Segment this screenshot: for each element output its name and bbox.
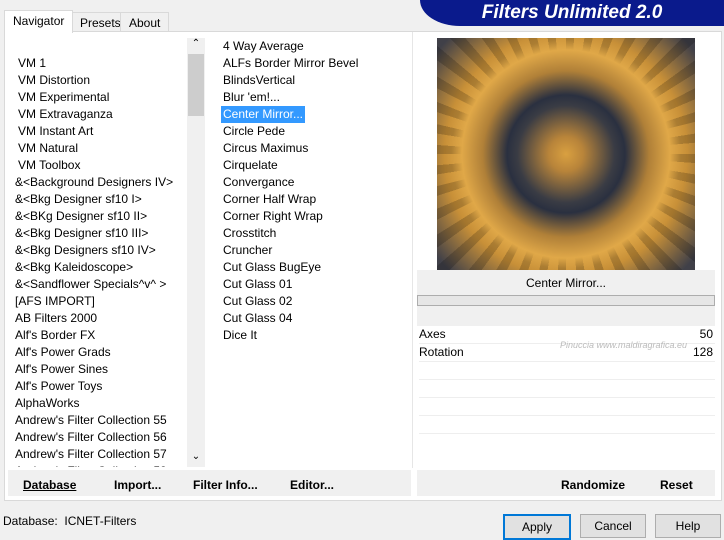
category-item[interactable]: Andrew's Filter Collection 56 (15, 429, 187, 446)
divider (412, 32, 413, 468)
filter-item-label: Cut Glass 02 (223, 294, 293, 308)
filter-item[interactable]: 4 Way Average (223, 38, 411, 55)
scroll-down-icon[interactable]: ⌄ (187, 451, 205, 467)
filter-item-label: Convergance (223, 175, 295, 189)
category-item[interactable]: &<Sandflower Specials^v^ > (15, 276, 187, 293)
category-item[interactable]: Alf's Power Grads (15, 344, 187, 361)
tab-navigator[interactable]: Navigator (4, 10, 74, 33)
filter-item[interactable]: Dice It (223, 327, 411, 344)
help-button[interactable]: Help (655, 514, 721, 538)
filter-item[interactable]: Cut Glass 04 (223, 310, 411, 327)
preview-image (437, 38, 695, 270)
database-button[interactable]: Database (23, 478, 76, 492)
filter-item-label: Crosstitch (223, 226, 277, 240)
parameter-row[interactable] (419, 362, 715, 380)
reset-button[interactable]: Reset (660, 478, 693, 492)
status-label: Database: (3, 514, 58, 528)
filter-item[interactable]: Circus Maximus (223, 140, 411, 157)
filter-item-label: Corner Right Wrap (223, 209, 323, 223)
filter-list[interactable]: 4 Way Average ALFs Border Mirror Bevel Bli… (221, 38, 411, 344)
filter-item-label: Circus Maximus (223, 141, 309, 155)
import-button[interactable]: Import... (114, 478, 161, 492)
category-item[interactable]: VM Toolbox (15, 157, 187, 174)
filter-name-label: Center Mirror... (525, 276, 606, 290)
filter-item[interactable]: Cut Glass 01 (223, 276, 411, 293)
category-scrollbar[interactable]: ⌃ ⌄ (187, 38, 205, 467)
parameter-row[interactable] (419, 380, 715, 398)
app-title-banner: Filters Unlimited 2.0 (420, 0, 724, 26)
category-item[interactable]: Andrew's Filter Collection 58 (15, 463, 187, 467)
filter-item[interactable]: Cut Glass 02 (223, 293, 411, 310)
filter-item-label: Cut Glass 04 (223, 311, 293, 325)
scrollbar-thumb[interactable] (188, 54, 204, 116)
category-item[interactable]: VM Natural (15, 140, 187, 157)
filter-item[interactable]: Crosstitch (223, 225, 411, 242)
category-list[interactable]: VM 1 VM Distortion VM Experimental VM Extra… (15, 55, 187, 467)
filter-item-label: Cut Glass BugEye (223, 260, 322, 274)
filter-item[interactable]: Blur 'em!... (223, 89, 411, 106)
filter-item-label: Circle Pede (223, 124, 286, 138)
category-item[interactable]: VM Distortion (15, 72, 187, 89)
watermark: Pinuccia www.maldiragrafica.eu (560, 340, 688, 350)
category-item[interactable]: VM 1 (15, 55, 187, 72)
parameter-row[interactable] (419, 398, 715, 416)
category-item[interactable]: VM Instant Art (15, 123, 187, 140)
filter-item[interactable]: Circle Pede (223, 123, 411, 140)
filter-item-label: Center Mirror... (221, 106, 306, 123)
category-item[interactable]: VM Experimental (15, 89, 187, 106)
cancel-button[interactable]: Cancel (580, 514, 646, 538)
filter-item-label: 4 Way Average (223, 39, 304, 53)
category-item[interactable]: &<Bkg Kaleidoscope> (15, 259, 187, 276)
category-item[interactable]: Andrew's Filter Collection 57 (15, 446, 187, 463)
randomize-button[interactable]: Randomize (561, 478, 625, 492)
filter-item[interactable]: Cut Glass BugEye (223, 259, 411, 276)
filter-item-label: Cut Glass 01 (223, 277, 293, 291)
filter-item[interactable]: Convergance (223, 174, 411, 191)
category-item[interactable]: AlphaWorks (15, 395, 187, 412)
category-item[interactable]: &<Bkg Designers sf10 IV> (15, 242, 187, 259)
parameter-button-bar: Randomize Reset (417, 470, 715, 496)
filter-item[interactable]: Corner Right Wrap (223, 208, 411, 225)
filter-item-label: Cirquelate (223, 158, 278, 172)
parameter-value[interactable]: 128 (693, 344, 713, 361)
apply-button[interactable]: Apply (503, 514, 571, 540)
status-value: ICNET-Filters (64, 514, 137, 528)
filter-item-label: ALFs Border Mirror Bevel (223, 56, 359, 70)
category-item[interactable]: Alf's Power Sines (15, 361, 187, 378)
parameter-value[interactable]: 50 (700, 326, 713, 343)
status-database: Database: ICNET-Filters (3, 514, 136, 528)
filter-item-label: Dice It (223, 328, 258, 342)
filter-item[interactable]: Cirquelate (223, 157, 411, 174)
filter-item[interactable]: ALFs Border Mirror Bevel (223, 55, 411, 72)
filter-item[interactable]: Cruncher (223, 242, 411, 259)
progress-bar (417, 295, 715, 306)
category-item[interactable]: VM Extravaganza (15, 106, 187, 123)
category-item[interactable]: Alf's Power Toys (15, 378, 187, 395)
filter-item[interactable]: Center Mirror... (221, 106, 411, 123)
filter-item-label: Blur 'em!... (223, 90, 280, 104)
category-item[interactable]: &<Background Designers IV> (15, 174, 187, 191)
category-item[interactable]: &<Bkg Designer sf10 III> (15, 225, 187, 242)
preview-caption-area: Center Mirror... (417, 270, 715, 326)
category-item[interactable]: &<Bkg Designer sf10 I> (15, 191, 187, 208)
parameter-row[interactable] (419, 416, 715, 434)
category-item[interactable]: &<BKg Designer sf10 II> (15, 208, 187, 225)
filter-item[interactable]: BlindsVertical (223, 72, 411, 89)
category-item[interactable]: Alf's Border FX (15, 327, 187, 344)
parameter-label: Axes (419, 327, 446, 341)
filter-item-label: Corner Half Wrap (223, 192, 317, 206)
filter-item-label: BlindsVertical (223, 73, 296, 87)
scroll-up-icon[interactable]: ⌃ (187, 38, 205, 54)
tab-about[interactable]: About (120, 12, 170, 32)
navigator-button-bar: Database Import... Filter Info... Editor… (8, 470, 411, 496)
category-item[interactable]: Andrew's Filter Collection 55 (15, 412, 187, 429)
parameter-label: Rotation (419, 345, 464, 359)
category-item[interactable]: [AFS IMPORT] (15, 293, 187, 310)
filter-info-button[interactable]: Filter Info... (193, 478, 258, 492)
filter-item[interactable]: Corner Half Wrap (223, 191, 411, 208)
filter-item-label: Cruncher (223, 243, 273, 257)
category-item[interactable]: AB Filters 2000 (15, 310, 187, 327)
editor-button[interactable]: Editor... (290, 478, 334, 492)
